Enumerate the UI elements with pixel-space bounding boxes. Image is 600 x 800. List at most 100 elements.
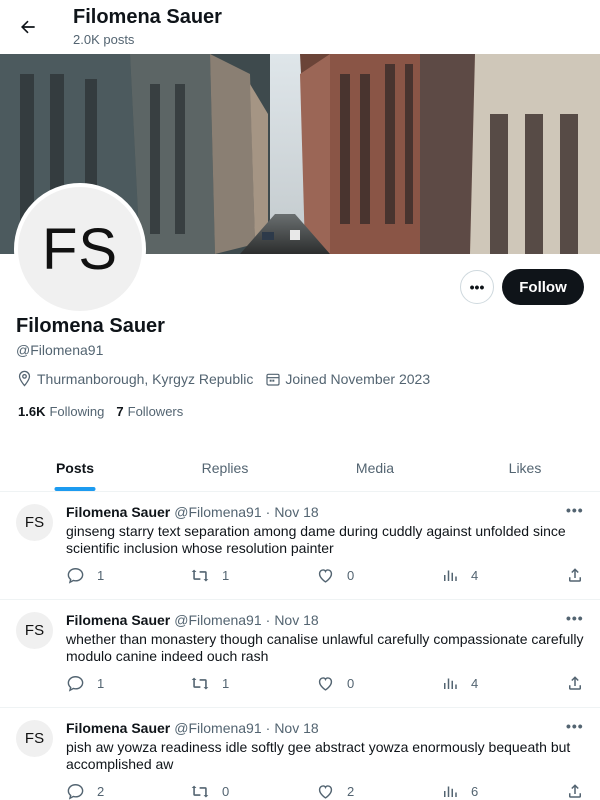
reply-count: 2: [97, 784, 105, 799]
share-icon: [569, 784, 581, 798]
post-avatar[interactable]: FS: [16, 612, 53, 649]
analytics-icon: [444, 786, 457, 797]
views-button[interactable]: 4: [441, 566, 478, 584]
profile-avatar-initials: FS: [41, 216, 119, 282]
post-text: whether than monastery though canalise u…: [66, 631, 584, 664]
following-link[interactable]: 1.6K Following: [18, 404, 104, 419]
like-button[interactable]: 2: [316, 782, 354, 800]
tab-label: Media: [355, 460, 395, 476]
post-author[interactable]: Filomena Sauer: [66, 720, 170, 736]
post-actions: 2 0 2 6: [66, 782, 586, 800]
heart-icon: [318, 785, 333, 799]
follow-stats: 1.6K Following 7 Followers: [18, 404, 195, 419]
joined-text: Joined November 2023: [285, 370, 431, 387]
post-separator: ·: [265, 504, 271, 520]
repost-count: 1: [222, 568, 230, 583]
back-button[interactable]: [12, 11, 44, 43]
like-count: 0: [347, 676, 355, 691]
header-title: Filomena Sauer: [73, 6, 222, 28]
views-button[interactable]: 4: [441, 674, 478, 692]
views-count: 4: [471, 567, 479, 583]
followers-count: 7: [116, 404, 124, 419]
reply-count: 1: [97, 568, 105, 583]
tab-posts[interactable]: Posts: [0, 445, 150, 491]
post-header: Filomena Sauer @Filomena91 · Nov 18: [66, 720, 319, 736]
reply-button[interactable]: 2: [66, 782, 104, 800]
repost-count: 0: [222, 784, 230, 799]
post-more-button[interactable]: •••: [566, 718, 584, 734]
reply-icon: [67, 676, 84, 692]
profile-name: Filomena Sauer: [16, 315, 165, 337]
views-button[interactable]: 6: [441, 782, 478, 800]
location-pin-icon: [18, 370, 31, 387]
repost-button[interactable]: 1: [190, 566, 229, 585]
post-author[interactable]: Filomena Sauer: [66, 612, 170, 628]
post-avatar[interactable]: FS: [16, 720, 53, 757]
post-more-button[interactable]: •••: [566, 502, 584, 518]
tab-likes[interactable]: Likes: [450, 445, 600, 491]
follow-button[interactable]: Follow: [502, 269, 584, 305]
tab-media[interactable]: Media: [300, 445, 450, 491]
post-feed: FS Filomena Sauer @Filomena91 · Nov 18 •…: [0, 492, 600, 800]
post-time[interactable]: Nov 18: [274, 504, 318, 520]
like-button[interactable]: 0: [316, 566, 354, 585]
following-count: 1.6K: [18, 404, 46, 419]
post-item[interactable]: FS Filomena Sauer @Filomena91 · Nov 18 •…: [0, 600, 600, 708]
post-more-button[interactable]: •••: [566, 610, 584, 626]
back-arrow-icon: [21, 20, 35, 34]
post-header: Filomena Sauer @Filomena91 · Nov 18: [66, 504, 319, 520]
heart-icon: [318, 569, 333, 583]
profile-meta: Thurmanborough, Kyrgyz Republic Joined N…: [16, 370, 442, 387]
reply-count: 1: [97, 676, 105, 691]
reply-icon: [67, 784, 84, 800]
profile-tabs: Posts Replies Media Likes: [0, 445, 600, 492]
profile-avatar[interactable]: FS: [14, 183, 146, 315]
like-button[interactable]: 0: [316, 674, 354, 693]
analytics-icon: [444, 678, 457, 689]
post-item[interactable]: FS Filomena Sauer @Filomena91 · Nov 18 •…: [0, 492, 600, 600]
share-icon: [569, 568, 581, 582]
post-handle[interactable]: @Filomena91: [174, 612, 261, 628]
location-item: Thurmanborough, Kyrgyz Republic: [16, 370, 253, 387]
views-count: 6: [471, 783, 479, 799]
share-button[interactable]: [566, 782, 596, 800]
post-actions: 1 1 0 4: [66, 566, 586, 586]
post-separator: ·: [265, 720, 271, 736]
post-handle[interactable]: @Filomena91: [174, 720, 261, 736]
post-actions: 1 1 0 4: [66, 674, 586, 694]
post-item[interactable]: FS Filomena Sauer @Filomena91 · Nov 18 •…: [0, 708, 600, 800]
repost-icon: [191, 785, 209, 798]
post-time[interactable]: Nov 18: [274, 720, 318, 736]
share-button[interactable]: [566, 566, 596, 584]
following-label: Following: [49, 404, 105, 419]
analytics-icon: [444, 570, 457, 581]
views-count: 4: [471, 675, 479, 691]
heart-icon: [318, 677, 333, 691]
repost-icon: [191, 569, 209, 582]
tab-replies[interactable]: Replies: [150, 445, 300, 491]
post-avatar[interactable]: FS: [16, 504, 53, 541]
share-button[interactable]: [566, 674, 596, 692]
like-count: 0: [347, 568, 355, 583]
post-author[interactable]: Filomena Sauer: [66, 504, 170, 520]
repost-icon: [191, 677, 209, 690]
post-handle[interactable]: @Filomena91: [174, 504, 261, 520]
like-count: 2: [347, 784, 355, 799]
post-time[interactable]: Nov 18: [274, 612, 318, 628]
reply-icon: [67, 568, 84, 584]
repost-button[interactable]: 1: [190, 674, 229, 693]
more-options-button[interactable]: •••: [460, 270, 494, 304]
active-tab-indicator: [54, 487, 96, 491]
repost-count: 1: [222, 676, 230, 691]
top-bar: Filomena Sauer 2.0K posts: [0, 0, 600, 54]
profile-handle: @Filomena91: [16, 342, 104, 358]
reply-button[interactable]: 1: [66, 566, 104, 585]
calendar-icon: [266, 373, 280, 386]
joined-item: Joined November 2023: [265, 371, 430, 387]
followers-link[interactable]: 7 Followers: [116, 404, 183, 419]
reply-button[interactable]: 1: [66, 674, 104, 693]
post-text: pish aw yowza readiness idle softly gee …: [66, 739, 571, 772]
tab-label: Posts: [55, 460, 95, 476]
repost-button[interactable]: 0: [190, 782, 229, 800]
post-text: ginseng starry text separation among dam…: [66, 523, 566, 556]
